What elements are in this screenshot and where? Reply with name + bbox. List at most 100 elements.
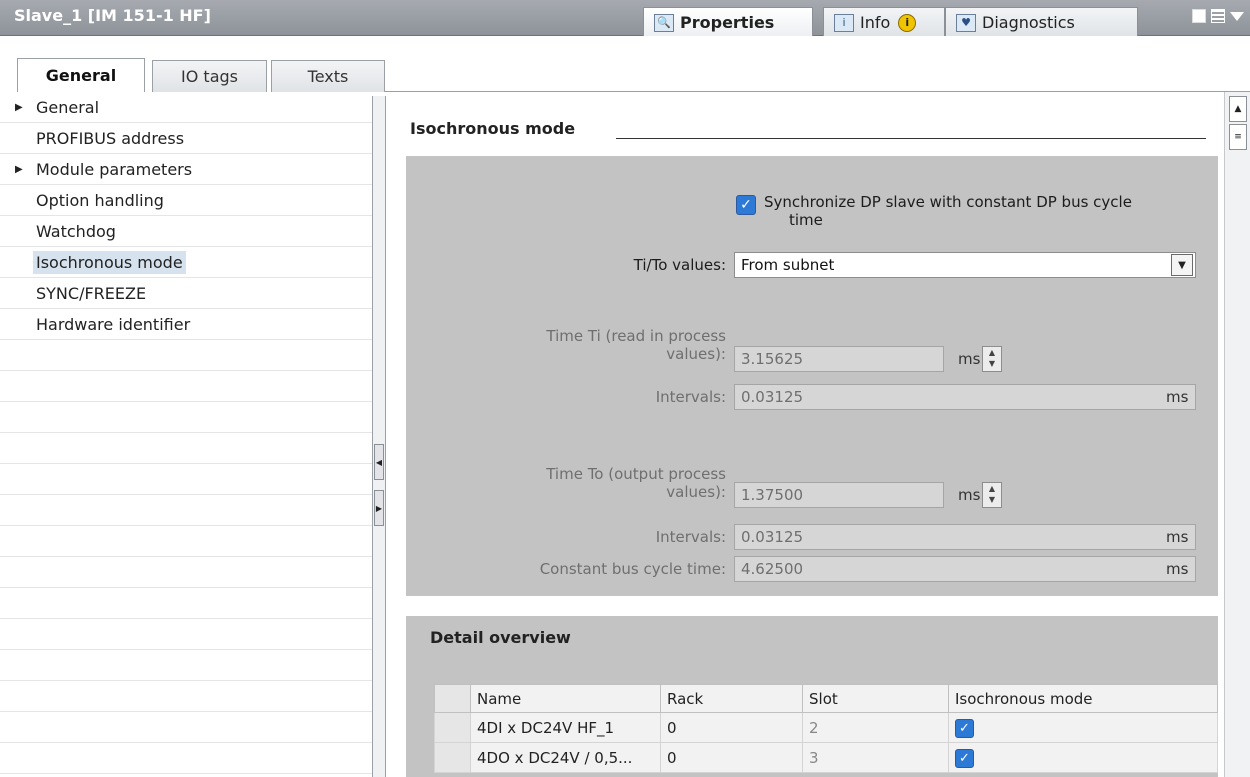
expand-right-button[interactable]: ▶ bbox=[374, 490, 384, 526]
scroll-thumb[interactable]: ≡ bbox=[1229, 124, 1247, 150]
to-intervals-field[interactable]: 0.03125 bbox=[734, 524, 1196, 550]
tab-io-tags[interactable]: IO tags bbox=[152, 60, 267, 92]
nav-item-label: Hardware identifier bbox=[36, 315, 191, 334]
detail-table: Name Rack Slot Isochronous mode 4DI x DC… bbox=[434, 684, 1218, 773]
vertical-scrollbar[interactable]: ▲ ≡ bbox=[1224, 92, 1250, 777]
nav-item-label: Watchdog bbox=[36, 222, 116, 241]
nav-item-label: SYNC/FREEZE bbox=[36, 284, 147, 303]
ti-field[interactable]: 3.15625 bbox=[734, 346, 944, 372]
table-header-row: Name Rack Slot Isochronous mode bbox=[434, 684, 1218, 713]
row-header-cell bbox=[434, 712, 471, 743]
isochronous-settings-panel: ✓ Synchronize DP slave with constant DP … bbox=[406, 156, 1218, 596]
cell-isochronous-mode: ✓ bbox=[948, 742, 1218, 773]
nav-item-module-parameters[interactable]: Module parameters bbox=[0, 154, 372, 185]
tab-properties-label: Properties bbox=[680, 13, 775, 32]
cell-rack: 0 bbox=[660, 742, 803, 773]
main-tab-strip: General IO tags Texts bbox=[0, 36, 1250, 92]
cell-slot: 2 bbox=[802, 712, 949, 743]
float-window-icon[interactable] bbox=[1192, 9, 1206, 23]
ti-spinner[interactable]: ▲ ▼ bbox=[982, 346, 1002, 372]
tab-general-label: General bbox=[45, 66, 117, 85]
ti-label-line1: Time Ti (read in process bbox=[546, 327, 726, 345]
ti-label: Time Ti (read in process values): bbox=[546, 327, 726, 363]
tito-select-value: From subnet bbox=[741, 256, 835, 274]
info-badge-icon: i bbox=[898, 13, 917, 32]
tab-info-label: Info bbox=[860, 13, 891, 32]
nav-item-sync-freeze[interactable]: SYNC/FREEZE bbox=[0, 278, 372, 309]
property-content: Isochronous mode ✓ Synchronize DP slave … bbox=[386, 92, 1224, 777]
to-label-line2: values): bbox=[666, 483, 726, 501]
ti-intervals-label: Intervals: bbox=[655, 388, 726, 406]
nav-item-option-handling[interactable]: Option handling bbox=[0, 185, 372, 216]
to-intervals-unit: ms bbox=[1166, 528, 1189, 546]
ti-intervals-unit: ms bbox=[1166, 388, 1189, 406]
layout-icon[interactable] bbox=[1211, 9, 1225, 23]
nav-item-watchdog[interactable]: Watchdog bbox=[0, 216, 372, 247]
table-row[interactable]: 4DO x DC24V / 0,5... 0 3 ✓ bbox=[434, 742, 1218, 773]
tito-select[interactable]: From subnet bbox=[734, 252, 1196, 278]
to-intervals-label: Intervals: bbox=[655, 528, 726, 546]
ti-intervals-field[interactable]: 0.03125 bbox=[734, 384, 1196, 410]
table-row[interactable]: 4DI x DC24V HF_1 0 2 ✓ bbox=[434, 712, 1218, 743]
nav-item-label: PROFIBUS address bbox=[36, 129, 185, 148]
window-controls bbox=[1192, 9, 1244, 23]
cell-name: 4DO x DC24V / 0,5... bbox=[470, 742, 661, 773]
cell-isochronous-mode: ✓ bbox=[948, 712, 1218, 743]
tab-io-tags-label: IO tags bbox=[181, 67, 238, 86]
property-navigation: General PROFIBUS address Module paramete… bbox=[0, 92, 372, 777]
nav-item-hardware-identifier[interactable]: Hardware identifier bbox=[0, 309, 372, 340]
to-unit: ms bbox=[958, 486, 981, 504]
nav-item-general[interactable]: General bbox=[0, 92, 372, 123]
nav-item-isochronous-mode[interactable]: Isochronous mode bbox=[0, 247, 372, 278]
tab-texts-label: Texts bbox=[307, 67, 349, 86]
row-iso-checkbox[interactable]: ✓ bbox=[955, 718, 974, 738]
row-iso-checkbox[interactable]: ✓ bbox=[955, 748, 974, 768]
scroll-up-button[interactable]: ▲ bbox=[1229, 96, 1247, 122]
nav-item-profibus-address[interactable]: PROFIBUS address bbox=[0, 123, 372, 154]
collapse-left-button[interactable]: ◀ bbox=[374, 444, 384, 480]
cycle-field[interactable]: 4.62500 bbox=[734, 556, 1196, 582]
to-field[interactable]: 1.37500 bbox=[734, 482, 944, 508]
tab-diagnostics-label: Diagnostics bbox=[982, 13, 1075, 32]
window-title: Slave_1 [IM 151-1 HF] bbox=[14, 6, 211, 25]
row-header-cell bbox=[434, 684, 471, 713]
section-divider bbox=[616, 138, 1206, 139]
cell-slot: 3 bbox=[802, 742, 949, 773]
diagnostics-icon: ♥ bbox=[956, 13, 976, 32]
cycle-label: Constant bus cycle time: bbox=[539, 560, 726, 578]
nav-item-label: General bbox=[36, 98, 100, 117]
tab-properties[interactable]: 🔍 Properties bbox=[643, 7, 813, 37]
info-icon: i bbox=[834, 13, 854, 32]
tab-texts[interactable]: Texts bbox=[271, 60, 385, 92]
ti-label-line2: values): bbox=[666, 345, 726, 363]
row-header-cell bbox=[434, 742, 471, 773]
sync-checkbox[interactable]: ✓ bbox=[736, 195, 756, 215]
detail-overview-title: Detail overview bbox=[430, 628, 571, 647]
chevron-down-icon[interactable] bbox=[1230, 12, 1244, 21]
nav-item-label: Option handling bbox=[36, 191, 164, 210]
tab-info[interactable]: i Info i bbox=[823, 7, 945, 37]
section-title: Isochronous mode bbox=[410, 119, 576, 138]
cell-rack: 0 bbox=[660, 712, 803, 743]
nav-item-label: Isochronous mode bbox=[33, 251, 186, 274]
tab-general[interactable]: General bbox=[17, 58, 145, 92]
tab-diagnostics[interactable]: ♥ Diagnostics bbox=[945, 7, 1138, 37]
column-header-isochronous-mode[interactable]: Isochronous mode bbox=[948, 684, 1218, 713]
cycle-unit: ms bbox=[1166, 560, 1189, 578]
cell-name: 4DI x DC24V HF_1 bbox=[470, 712, 661, 743]
column-header-rack[interactable]: Rack bbox=[660, 684, 803, 713]
column-header-slot[interactable]: Slot bbox=[802, 684, 949, 713]
detail-overview-panel: Detail overview Name Rack Slot Isochrono… bbox=[406, 616, 1218, 777]
ti-unit: ms bbox=[958, 350, 981, 368]
sync-label-line2: time bbox=[789, 211, 823, 229]
tito-label: Ti/To values: bbox=[633, 256, 726, 274]
panel-splitter[interactable]: ◀ ▶ bbox=[372, 96, 386, 777]
chevron-down-icon[interactable]: ▼ bbox=[1171, 254, 1193, 276]
to-label: Time To (output process values): bbox=[546, 465, 726, 501]
sync-label-line1: Synchronize DP slave with constant DP bu… bbox=[764, 193, 1132, 211]
properties-icon: 🔍 bbox=[654, 13, 674, 32]
to-label-line1: Time To (output process bbox=[546, 465, 726, 483]
to-spinner[interactable]: ▲ ▼ bbox=[982, 482, 1002, 508]
column-header-name[interactable]: Name bbox=[470, 684, 661, 713]
sync-checkbox-label: Synchronize DP slave with constant DP bu… bbox=[764, 193, 1204, 229]
